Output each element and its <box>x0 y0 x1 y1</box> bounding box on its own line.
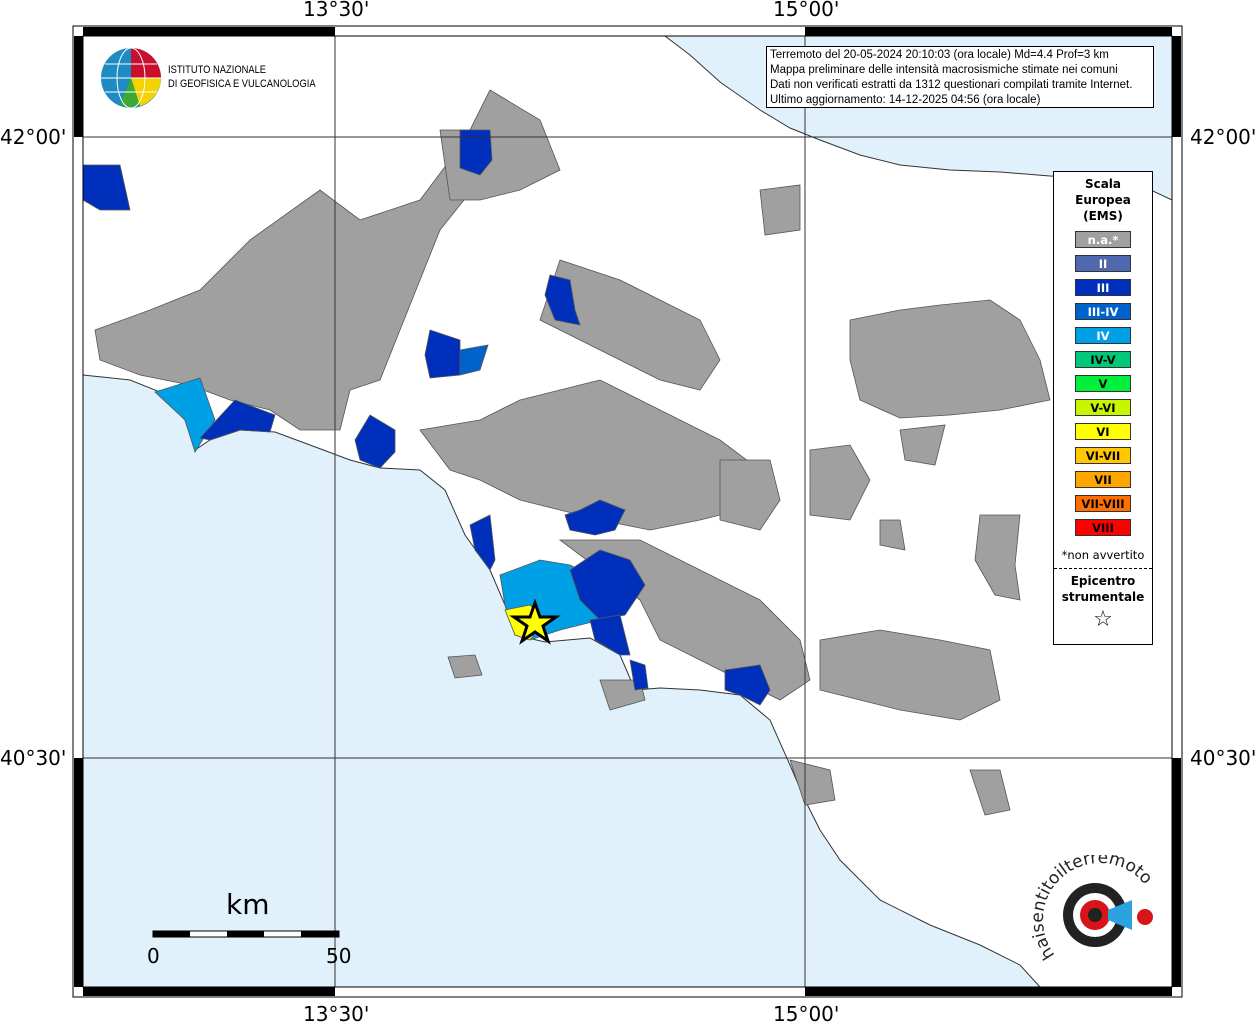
legend-divider <box>1054 568 1152 569</box>
legend-title-2: Europea <box>1075 193 1131 207</box>
lon-tick-top-2: 15°00' <box>773 0 840 21</box>
ingv-logo-icon <box>101 47 161 109</box>
legend-item-iv: IV <box>1075 327 1131 344</box>
legend-items: n.a.* II III III-IV IV IV-V V V-VI VI VI-VII VII VI… <box>1054 231 1152 536</box>
epicenter-label-2: strumentale <box>1061 590 1145 604</box>
scale-min: 0 <box>147 944 160 968</box>
info-line3: Dati non verificati estratti da 1312 que… <box>770 79 1133 91</box>
legend-item-v-vi: V-VI <box>1075 399 1131 416</box>
epicenter-label-1: Epicentro <box>1070 574 1136 588</box>
logo-line1: ISTITUTO NAZIONALE <box>168 64 267 76</box>
info-line2: Mappa preliminare delle intensità macros… <box>770 64 1118 76</box>
scale-unit: km <box>226 888 270 921</box>
lat-tick-left-2: 40°30' <box>0 746 67 770</box>
legend-item-ii: II <box>1075 255 1131 272</box>
legend-item-iii-iv: III-IV <box>1075 303 1131 320</box>
ingv-logo-text: ISTITUTO NAZIONALE DI GEOFISICA E VULCAN… <box>168 63 316 91</box>
scale-bar <box>152 930 340 938</box>
legend-item-vi: VI <box>1075 423 1131 440</box>
legend-item-vi-vii: VI-VII <box>1075 447 1131 464</box>
lat-tick-right-1: 42°00' <box>1190 125 1255 149</box>
lon-tick-top-1: 13°30' <box>303 0 370 21</box>
scale-max: 50 <box>326 944 352 968</box>
lat-tick-right-2: 40°30' <box>1190 746 1255 770</box>
legend: Scala Europea (EMS) n.a.* II III III-IV IV IV… <box>1053 171 1153 645</box>
legend-title: Scala Europea (EMS) <box>1054 176 1152 224</box>
info-line1: Terremoto del 20-05-2024 20:10:03 (ora l… <box>770 49 1109 61</box>
legend-item-iv-v: IV-V <box>1075 351 1131 368</box>
logo-line2: DI GEOFISICA E VULCANOLOGIA <box>168 78 316 90</box>
legend-item-vii-viii: VII-VIII <box>1075 495 1131 512</box>
legend-item-n-a-: n.a.* <box>1075 231 1131 248</box>
legend-item-v: V <box>1075 375 1131 392</box>
info-box: Terremoto del 20-05-2024 20:10:03 (ora l… <box>766 46 1154 108</box>
legend-item-vii: VII <box>1075 471 1131 488</box>
legend-item-iii: III <box>1075 279 1131 296</box>
haisentito-logo-icon: haisentitoilterremoto.it <box>1030 855 1156 963</box>
legend-item-viii: VIII <box>1075 519 1131 536</box>
macroseismic-map: 13°30' 15°00' 13°30' 15°00' 42°00' 40°30… <box>0 0 1255 1024</box>
lon-tick-bottom-2: 15°00' <box>773 1002 840 1024</box>
legend-title-1: Scala <box>1084 177 1122 191</box>
legend-note: *non avvertito <box>1061 548 1145 562</box>
lat-tick-left-1: 42°00' <box>0 125 67 149</box>
lon-tick-bottom-1: 13°30' <box>303 1002 370 1024</box>
epicenter-label: Epicentro strumentale <box>1054 573 1152 605</box>
star-icon: ☆ <box>1093 607 1113 632</box>
legend-title-3: (EMS) <box>1083 209 1123 223</box>
info-line4: Ultimo aggiornamento: 14-12-2025 04:56 (… <box>770 94 1041 106</box>
